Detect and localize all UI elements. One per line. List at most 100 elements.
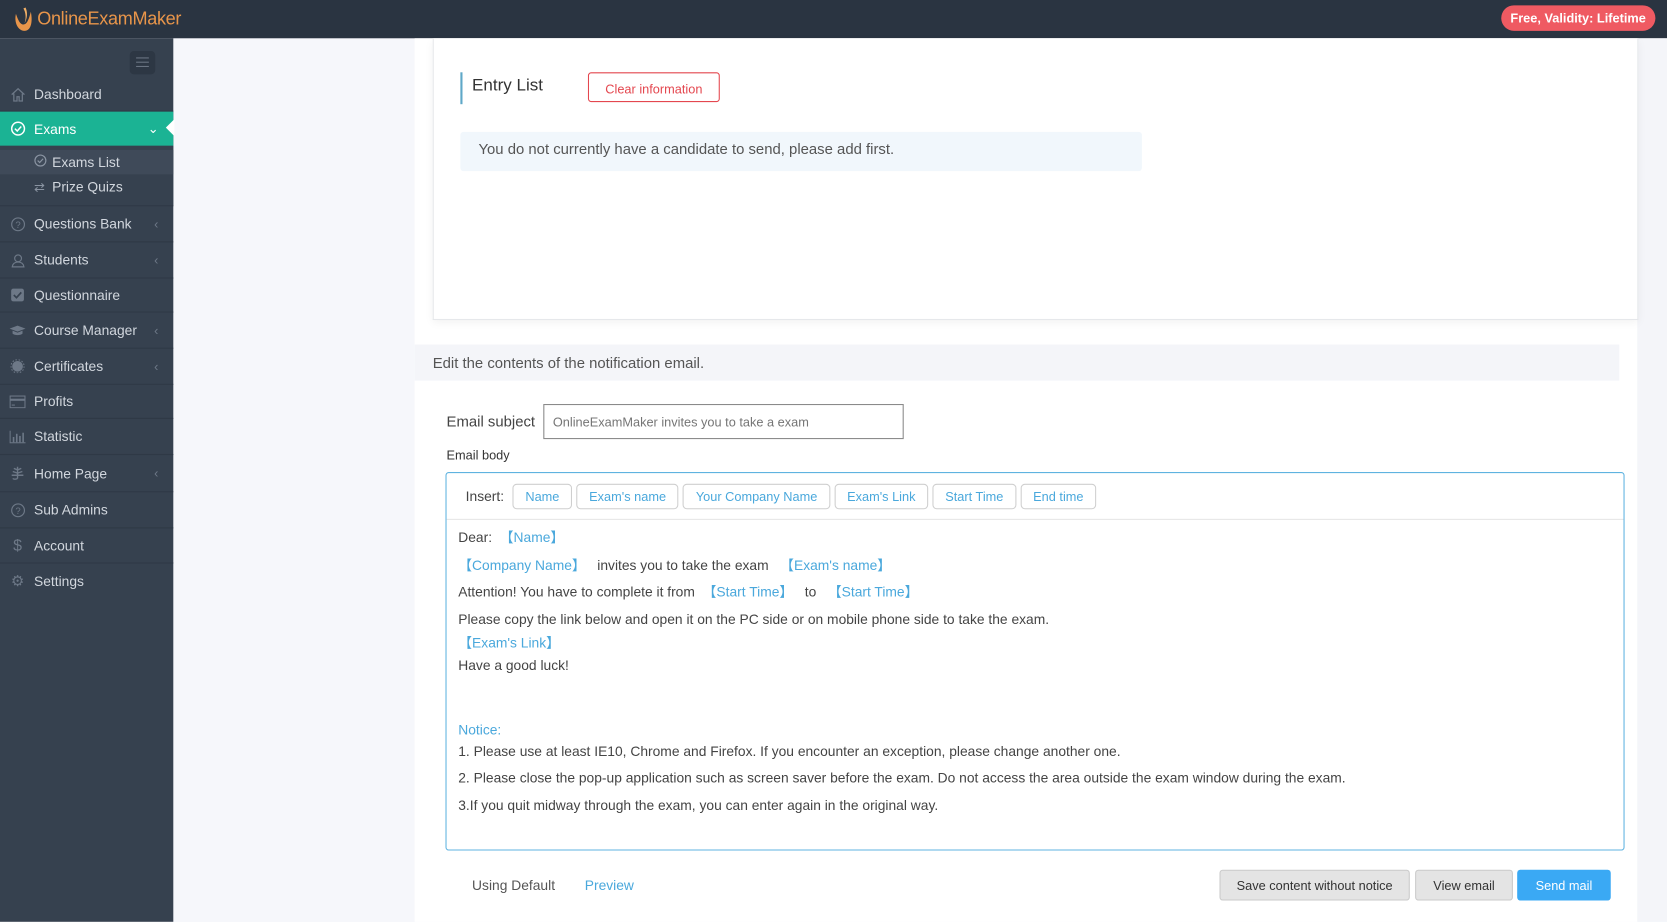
check-circle-icon xyxy=(10,121,26,137)
clear-information-button[interactable]: Clear information xyxy=(587,72,720,103)
chevron-down-icon: ⌄ xyxy=(147,121,159,137)
chevron-left-icon: ‹ xyxy=(154,252,159,268)
logo[interactable]: OnlineExamMaker xyxy=(12,5,181,33)
check-circle-icon xyxy=(34,154,48,170)
gear-icon: ⚙ xyxy=(10,571,25,589)
sidebar-item-settings[interactable]: ⚙ Settings xyxy=(0,563,173,597)
sidebar-item-students[interactable]: Students ‹ xyxy=(0,242,174,279)
sidebar-item-course-manager[interactable]: Course Manager ‹ xyxy=(0,313,174,349)
sidebar-item-label: Account xyxy=(34,537,84,554)
email-subject-input[interactable] xyxy=(543,404,904,440)
sidebar-subitem-exams-list[interactable]: Exams List xyxy=(0,149,174,175)
sidebar-item-home-page[interactable]: Home Page ‹ xyxy=(0,455,174,493)
top-bar: OnlineExamMaker Free, Validity: Lifetime xyxy=(0,0,1667,39)
sidebar-item-label: Students xyxy=(34,251,89,268)
certificate-icon xyxy=(10,358,26,374)
sidebar-item-questionnaire[interactable]: Questionnaire xyxy=(0,279,174,313)
insert-company-name-button[interactable]: Your Company Name xyxy=(683,483,831,509)
empty-candidates-message: You do not currently have a candidate to… xyxy=(460,131,1142,172)
sidebar-item-label: Questions Bank xyxy=(34,215,132,232)
sidebar-item-account[interactable]: $ Account xyxy=(0,528,174,564)
to-text: to xyxy=(804,583,817,600)
sidebar-toggle-button[interactable] xyxy=(129,51,156,75)
name-placeholder-tag: 【Name】 xyxy=(499,529,565,546)
end-time-placeholder-tag: 【Start Time】 xyxy=(827,583,919,600)
entry-list-title: Entry List xyxy=(460,72,543,105)
sidebar-item-label: Exams xyxy=(34,120,77,137)
sidebar-item-dashboard[interactable]: Dashboard xyxy=(0,78,174,112)
save-content-button[interactable]: Save content without notice xyxy=(1219,869,1410,901)
sidebar-item-label: Statistic xyxy=(34,428,83,445)
notification-section-title: Edit the contents of the notification em… xyxy=(414,344,1620,381)
company-placeholder-tag: 【Company Name】 xyxy=(458,556,586,573)
notice-item-1: 1. Please use at least IE10, Chrome and … xyxy=(458,742,1121,759)
plan-badge[interactable]: Free, Validity: Lifetime xyxy=(1500,5,1656,31)
notice-title: Notice: xyxy=(458,721,502,738)
checkbox-icon xyxy=(10,287,26,303)
email-body-label: Email body xyxy=(446,447,510,463)
home-icon xyxy=(10,86,26,102)
insert-toolbar: Insert: Name Exam's name Your Company Na… xyxy=(446,473,1624,520)
sidebar-nav: Dashboard Exams ⌄ Exams List ⇄ Prize Qui… xyxy=(0,78,175,598)
sidebar-subitem-prize-quizs[interactable]: ⇄ Prize Quizs xyxy=(0,174,173,198)
notice-item-2: 2. Please close the pop-up application s… xyxy=(458,769,1346,786)
svg-text:?: ? xyxy=(15,220,20,231)
sidebar-item-questions-bank[interactable]: ? Questions Bank ‹ xyxy=(0,206,174,243)
question-circle-icon: ? xyxy=(10,502,26,518)
email-body-content[interactable]: Dear: 【Name】 【Company Name】 invites you … xyxy=(458,527,1613,822)
insert-exam-name-button[interactable]: Exam's name xyxy=(576,483,679,509)
sidebar-item-profits[interactable]: Profits xyxy=(0,385,174,419)
sidebar-item-certificates[interactable]: Certificates ‹ xyxy=(0,349,174,385)
using-default-label: Using Default xyxy=(472,877,556,894)
sidebar-item-label: Course Manager xyxy=(34,322,137,339)
shuffle-icon: ⇄ xyxy=(34,179,45,195)
right-gutter xyxy=(1637,38,1667,922)
plant-icon xyxy=(10,465,26,481)
sidebar-item-label: Home Page xyxy=(34,465,108,482)
sidebar-item-label: Questionnaire xyxy=(34,287,121,304)
chevron-left-icon: ‹ xyxy=(154,322,159,338)
insert-name-button[interactable]: Name xyxy=(512,483,573,509)
body-line-copy-link: Please copy the link below and open it o… xyxy=(458,610,1050,627)
sidebar-item-statistic[interactable]: Statistic xyxy=(0,419,174,456)
insert-exam-link-button[interactable]: Exam's Link xyxy=(834,483,929,509)
body-line-exam-link: 【Exam's Link】 xyxy=(458,632,1613,654)
body-line-invite: 【Company Name】 invites you to take the e… xyxy=(458,554,1613,581)
sidebar-subitem-label: Exams List xyxy=(52,154,120,171)
user-icon xyxy=(10,252,26,268)
chevron-left-icon: ‹ xyxy=(154,216,159,232)
exams-submenu: Exams List ⇄ Prize Quizs xyxy=(0,145,174,207)
logo-icon xyxy=(15,7,32,31)
preview-link[interactable]: Preview xyxy=(585,877,634,893)
svg-text:?: ? xyxy=(15,506,20,517)
logo-text: OnlineExamMaker xyxy=(37,8,182,29)
insert-start-time-button[interactable]: Start Time xyxy=(932,483,1017,509)
sidebar-item-label: Dashboard xyxy=(34,86,102,103)
body-line-greeting: Dear: 【Name】 xyxy=(458,527,1613,554)
invite-text: invites you to take the exam xyxy=(597,556,769,573)
sidebar-item-label: Settings xyxy=(34,572,84,589)
question-circle-icon: ? xyxy=(10,216,26,232)
sidebar-item-exams[interactable]: Exams ⌄ xyxy=(0,111,175,146)
body-line-good-luck: Have a good luck! xyxy=(458,656,569,673)
sidebar-item-sub-admins[interactable]: ? Sub Admins xyxy=(0,492,174,529)
insert-end-time-button[interactable]: End time xyxy=(1020,483,1097,509)
notice-item-3: 3.If you quit midway through the exam, y… xyxy=(458,796,939,813)
sidebar-item-label: Sub Admins xyxy=(34,501,108,518)
bar-chart-icon xyxy=(9,428,26,444)
sidebar: Dashboard Exams ⌄ Exams List ⇄ Prize Qui… xyxy=(0,38,175,922)
send-mail-button[interactable]: Send mail xyxy=(1517,869,1611,901)
dollar-icon: $ xyxy=(13,536,22,555)
exam-link-placeholder-tag: 【Exam's Link】 xyxy=(458,634,560,651)
graduation-cap-icon xyxy=(9,322,26,338)
insert-label: Insert: xyxy=(465,488,505,504)
sidebar-item-label: Certificates xyxy=(34,358,104,375)
exam-name-placeholder-tag: 【Exam's name】 xyxy=(780,556,892,573)
credit-card-icon xyxy=(9,393,26,409)
view-email-button[interactable]: View email xyxy=(1415,869,1513,901)
chevron-left-icon: ‹ xyxy=(154,465,159,481)
sidebar-item-label: Profits xyxy=(34,393,74,410)
chevron-left-icon: ‹ xyxy=(154,358,159,374)
email-body-editor[interactable]: Insert: Name Exam's name Your Company Na… xyxy=(445,472,1625,851)
page: OnlineExamMaker Free, Validity: Lifetime… xyxy=(0,0,1667,922)
